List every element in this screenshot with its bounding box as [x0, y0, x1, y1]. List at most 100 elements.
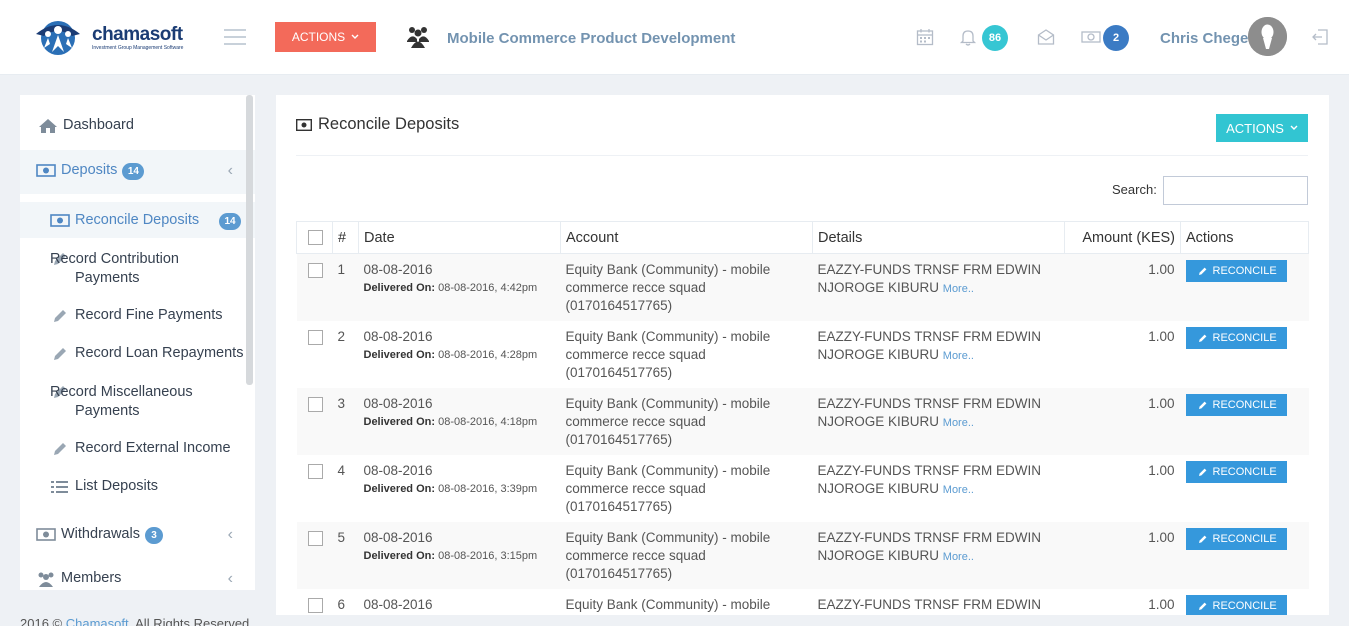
reconcile-label: RECONCILE [1212, 332, 1277, 344]
row-checkbox[interactable] [307, 598, 323, 613]
row-details-cell: EAZZY-FUNDS TRNSF FRM EDWIN NJOROGE KIBU… [812, 388, 1065, 455]
panel-actions-button[interactable]: ACTIONS [1216, 114, 1308, 142]
reconcile-button[interactable]: RECONCILE [1185, 260, 1287, 282]
row-checkbox[interactable] [307, 464, 323, 479]
row-details: EAZZY-FUNDS TRNSF FRM EDWIN NJOROGE KIBU… [817, 597, 1042, 612]
sidebar-item-record-miscellaneous-payments[interactable]: Record Miscellaneous Payments [20, 383, 240, 421]
deposits-table: # Date Account Details Amount (KES) Acti… [296, 221, 1309, 615]
logo-subtitle: Investment Group Management Software [92, 45, 184, 51]
delivered-label: Delivered On: [363, 550, 436, 562]
pencil-icon [1198, 334, 1206, 342]
sidebar-item-record-external-income[interactable]: Record External Income [20, 440, 255, 457]
reconcile-button[interactable]: RECONCILE [1185, 394, 1287, 416]
row-amount: 1.00 [1148, 329, 1175, 344]
money-icon [50, 214, 70, 227]
table-row: 5 08-08-2016 Delivered On: 08-08-2016, 3:1… [296, 522, 1309, 589]
more-link[interactable]: More.. [943, 283, 974, 295]
search-input[interactable] [1163, 176, 1308, 205]
sidebar-item-record-loan-repayments[interactable]: Record Loan Repayments [20, 345, 255, 362]
row-details: EAZZY-FUNDS TRNSF FRM EDWIN NJOROGE KIBU… [817, 396, 1042, 429]
reconcile-button[interactable]: RECONCILE [1185, 528, 1287, 550]
logout-icon[interactable] [1311, 28, 1329, 46]
notifications-badge[interactable]: 86 [982, 25, 1008, 51]
group-name[interactable]: Mobile Commerce Product Development [447, 30, 735, 47]
pencil-icon [1198, 267, 1206, 275]
delivered-label: Delivered On: [363, 483, 436, 495]
more-link[interactable]: More.. [943, 551, 974, 563]
sidebar-item-record-contribution-payments[interactable]: Record Contribution Payments [20, 250, 240, 288]
column-header-details[interactable]: Details [812, 221, 1065, 254]
row-select-cell [296, 522, 333, 589]
row-account: Equity Bank (Community) - mobile commerc… [565, 597, 771, 612]
avatar[interactable] [1248, 17, 1287, 56]
sidebar-item-withdrawals[interactable]: Withdrawals 3 ‹ [20, 526, 255, 548]
row-amount: 1.00 [1064, 522, 1181, 589]
row-details: EAZZY-FUNDS TRNSF FRM EDWIN NJOROGE KIBU… [817, 329, 1042, 362]
sidebar-item-label: List Deposits [75, 478, 159, 494]
more-link[interactable]: More.. [943, 417, 974, 429]
sidebar-item-dashboard[interactable]: Dashboard [20, 117, 255, 139]
delivered-value: 08-08-2016, 3:39pm [438, 483, 538, 495]
table-row: 6 08-08-2016 Delivered On: 08-08-2016, 3:0… [297, 589, 1309, 615]
reconcile-button[interactable]: RECONCILE [1185, 327, 1287, 349]
delivered-value: 08-08-2016, 4:28pm [438, 349, 538, 361]
delivered-value: 08-08-2016, 4:42pm [438, 282, 538, 294]
money-icon[interactable] [1081, 28, 1101, 46]
sidebar-item-list-deposits[interactable]: List Deposits [20, 478, 255, 495]
row-date: 08-08-2016 [363, 262, 433, 277]
row-checkbox[interactable] [307, 330, 323, 345]
header-actions-button[interactable]: ACTIONS [275, 22, 376, 52]
row-checkbox[interactable] [307, 397, 323, 412]
envelope-icon[interactable] [1037, 28, 1055, 46]
row-details-cell: EAZZY-FUNDS TRNSF FRM EDWIN NJOROGE KIBU… [812, 253, 1065, 321]
chevron-left-icon: ‹ [227, 526, 233, 543]
sidebar-item-reconcile-deposits[interactable]: Reconcile Deposits 14 [20, 202, 255, 238]
more-link[interactable]: More.. [943, 484, 974, 496]
user-name[interactable]: Chris Chege [1160, 30, 1248, 47]
row-date-cell: 08-08-2016 Delivered On: 08-08-2016, 4:18… [358, 388, 561, 455]
reconcile-button[interactable]: RECONCILE [1185, 595, 1287, 615]
column-header-amount[interactable]: Amount (KES) [1064, 221, 1181, 254]
row-number: 5 [332, 522, 359, 589]
sidebar-item-deposits[interactable]: Deposits 14 ‹ [20, 150, 255, 194]
hamburger-icon[interactable] [224, 29, 246, 45]
list-icon [51, 481, 68, 493]
column-header-num[interactable]: # [332, 221, 359, 254]
panel-actions-label: ACTIONS [1226, 120, 1284, 136]
more-link[interactable]: More.. [943, 350, 974, 362]
row-checkbox[interactable] [307, 263, 323, 278]
row-date: 08-08-2016 [363, 463, 433, 478]
row-details: EAZZY-FUNDS TRNSF FRM EDWIN NJOROGE KIBU… [817, 530, 1042, 563]
billing-badge[interactable]: 2 [1103, 25, 1129, 51]
table-row: 3 08-08-2016 Delivered On: 08-08-2016, 4:1… [296, 388, 1309, 455]
sidebar-item-label: Record External Income [75, 440, 231, 456]
withdrawals-badge: 3 [144, 527, 163, 544]
row-checkbox[interactable] [307, 531, 323, 546]
column-header-date[interactable]: Date [358, 221, 561, 254]
column-header-account[interactable]: Account [560, 221, 813, 254]
bell-icon[interactable] [959, 28, 977, 46]
sidebar-item-members[interactable]: Members ‹ [20, 570, 255, 590]
table-row: 4 08-08-2016 Delivered On: 08-08-2016, 3:3… [297, 455, 1309, 522]
footer-brand-link[interactable]: Chamasoft [66, 616, 129, 626]
reconcile-button[interactable]: RECONCILE [1185, 461, 1287, 483]
row-account: Equity Bank (Community) - mobile commerc… [565, 329, 771, 380]
sidebar-item-label: Withdrawals [61, 526, 140, 542]
calendar-icon[interactable] [916, 28, 934, 46]
row-number: 1 [332, 253, 359, 321]
select-all-checkbox[interactable] [308, 230, 323, 246]
sidebar-item-record-fine-payments[interactable]: Record Fine Payments [20, 307, 255, 324]
logo-icon [36, 21, 80, 55]
row-details: EAZZY-FUNDS TRNSF FRM EDWIN NJOROGE KIBU… [817, 463, 1042, 496]
chevron-left-icon: ‹ [227, 570, 233, 587]
footer: 2016 © Chamasoft. All Rights Reserved [20, 616, 249, 626]
row-date: 08-08-2016 [363, 329, 433, 344]
sidebar-item-label: Record Miscellaneous Payments [50, 384, 193, 419]
money-icon [36, 528, 56, 541]
pencil-icon [1198, 468, 1206, 476]
reconcile-label: RECONCILE [1212, 533, 1277, 545]
sidebar-scrollbar[interactable] [246, 95, 253, 385]
sidebar-item-label: Reconcile Deposits [75, 212, 200, 228]
pencil-icon [1198, 401, 1206, 409]
logo[interactable]: chamasoft Investment Group Management So… [32, 18, 183, 58]
